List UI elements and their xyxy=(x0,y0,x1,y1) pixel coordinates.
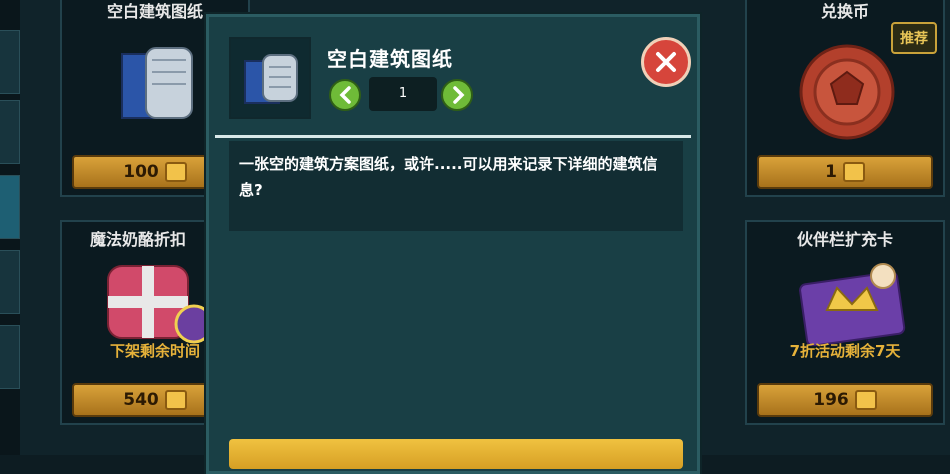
divider xyxy=(215,135,691,138)
quantity-value: 1 xyxy=(369,77,437,111)
price-button[interactable]: 196 xyxy=(757,383,933,417)
coin-icon xyxy=(164,162,187,182)
item-icon-frame xyxy=(229,37,311,119)
item-description: 一张空的建筑方案图纸，或许.....可以用来记录下详细的建筑信息? xyxy=(239,155,658,199)
item-name: 伙伴栏扩充卡 xyxy=(796,230,893,249)
chevron-left-icon xyxy=(339,86,351,104)
item-detail-dialog: 空白建筑图纸 1 一张空的建筑方案图纸，或许.....可以用来记录下详细的建筑信… xyxy=(206,14,700,474)
chevron-right-icon xyxy=(453,86,465,104)
item-note: 7折活动剩余7天 xyxy=(789,342,901,360)
shop-item-card[interactable]: 兑换币 推荐 1 xyxy=(745,0,945,197)
category-tab[interactable] xyxy=(0,250,20,314)
category-tab[interactable] xyxy=(0,100,20,164)
coin-icon xyxy=(854,390,877,410)
close-icon xyxy=(656,52,676,72)
price-value: 1 xyxy=(825,162,837,182)
price-button[interactable]: 1 xyxy=(757,155,933,189)
description-panel: 一张空的建筑方案图纸，或许.....可以用来记录下详细的建筑信息? xyxy=(229,141,683,231)
confirm-button[interactable] xyxy=(229,439,683,469)
category-tab[interactable] xyxy=(0,325,20,389)
recommend-badge: 推荐 xyxy=(891,22,937,54)
category-tab[interactable] xyxy=(0,30,20,94)
coin-icon xyxy=(842,162,865,182)
gift-box-icon xyxy=(107,265,212,344)
coin-icon xyxy=(164,390,187,410)
exchange-coin-icon xyxy=(799,44,895,140)
category-sidebar xyxy=(0,0,20,455)
close-button[interactable] xyxy=(641,37,691,87)
item-name: 兑换币 xyxy=(820,2,869,21)
dialog-title: 空白建筑图纸 xyxy=(327,47,453,71)
category-tab-active[interactable] xyxy=(0,175,20,239)
blueprint-icon xyxy=(244,54,298,104)
quantity-decrease-button[interactable] xyxy=(329,79,361,111)
expansion-card-icon xyxy=(799,263,906,346)
price-value: 540 xyxy=(123,390,159,410)
shop-item-card[interactable]: 伙伴栏扩充卡 7折活动剩余7天 196 xyxy=(745,220,945,425)
blueprint-icon xyxy=(121,47,193,119)
quantity-increase-button[interactable] xyxy=(441,79,473,111)
price-value: 100 xyxy=(123,162,159,182)
price-value: 196 xyxy=(813,390,849,410)
